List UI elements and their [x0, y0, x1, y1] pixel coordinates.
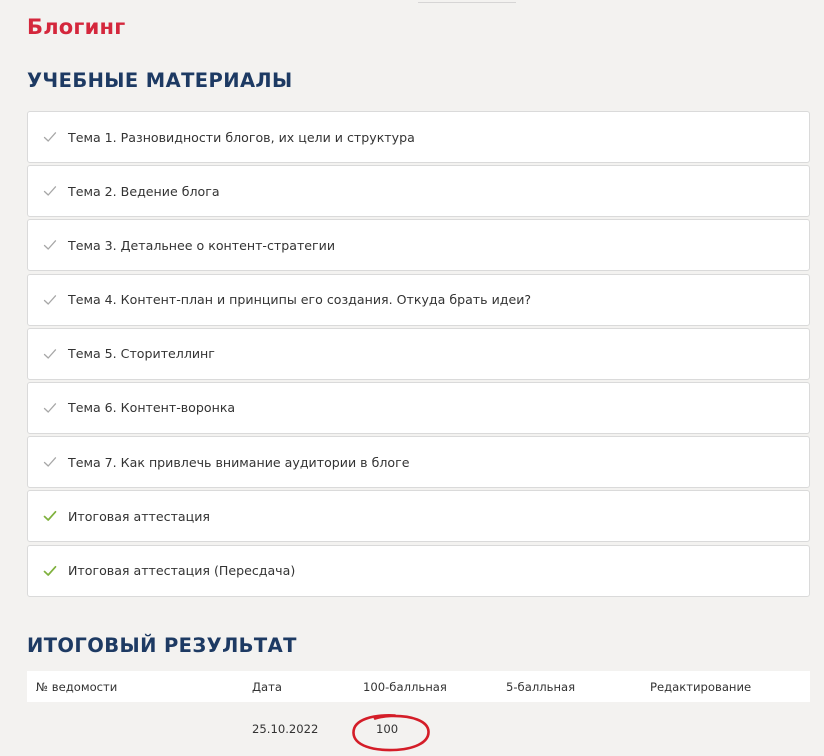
checkmark-icon [43, 510, 57, 522]
results-table: № ведомости Дата 100-балльная 5-балльная… [27, 671, 810, 756]
material-item-topic-2[interactable]: Тема 2. Ведение блога [27, 165, 810, 218]
material-item-topic-7[interactable]: Тема 7. Как привлечь внимание аудитории … [27, 436, 810, 489]
material-label: Тема 5. Сторителлинг [68, 346, 215, 362]
material-label: Тема 7. Как привлечь внимание аудитории … [68, 454, 410, 470]
materials-heading: УЧЕБНЫЕ МАТЕРИАЛЫ [27, 69, 293, 92]
column-header-date: Дата [252, 679, 283, 694]
top-cut-border [418, 0, 516, 3]
cell-number [27, 702, 252, 756]
column-header-editing: Редактирование [650, 679, 752, 694]
table-header-row: № ведомости Дата 100-балльная 5-балльная… [27, 671, 810, 702]
checkmark-icon [43, 131, 57, 143]
course-title: Блогинг [27, 15, 126, 39]
table-row: 25.10.2022 100 [27, 702, 810, 756]
checkmark-icon [43, 565, 57, 577]
materials-list: Тема 1. Разновидности блогов, их цели и … [27, 111, 810, 599]
material-label: Тема 3. Детальнее о контент-стратегии [68, 237, 336, 253]
material-label: Тема 2. Ведение блога [68, 183, 220, 199]
material-label: Итоговая аттестация (Пересдача) [68, 563, 296, 578]
result-heading: ИТОГОВЫЙ РЕЗУЛЬТАТ [27, 634, 297, 657]
material-label: Тема 6. Контент-воронка [68, 400, 236, 416]
cell-date: 25.10.2022 [252, 722, 319, 736]
checkmark-icon [43, 185, 57, 197]
checkmark-icon [43, 239, 57, 251]
material-item-final-attestation[interactable]: Итоговая аттестация [27, 490, 810, 543]
score-100-value: 100 [376, 722, 399, 736]
material-label: Тема 4. Контент-план и принципы его созд… [68, 292, 532, 308]
checkmark-icon [43, 348, 57, 360]
checkmark-icon [43, 456, 57, 468]
material-item-topic-3[interactable]: Тема 3. Детальнее о контент-стратегии [27, 219, 810, 272]
checkmark-icon [43, 294, 57, 306]
cell-editing [650, 702, 810, 756]
material-item-topic-1[interactable]: Тема 1. Разновидности блогов, их цели и … [27, 111, 810, 163]
material-item-topic-4[interactable]: Тема 4. Контент-план и принципы его созд… [27, 273, 810, 326]
material-item-topic-6[interactable]: Тема 6. Контент-воронка [27, 381, 810, 434]
checkmark-icon [43, 402, 57, 414]
material-label: Тема 1. Разновидности блогов, их цели и … [68, 129, 415, 145]
cell-score-100: 100 [352, 702, 506, 756]
cell-score-5 [506, 702, 650, 756]
material-item-final-attestation-retake[interactable]: Итоговая аттестация (Пересдача) [27, 544, 810, 597]
column-header-5-point: 5-балльная [506, 679, 576, 694]
material-label: Итоговая аттестация [68, 508, 210, 524]
material-item-topic-5[interactable]: Тема 5. Сторителлинг [27, 327, 810, 380]
column-header-100-point: 100-балльная [363, 679, 447, 694]
column-header-number: № ведомости [36, 679, 118, 694]
